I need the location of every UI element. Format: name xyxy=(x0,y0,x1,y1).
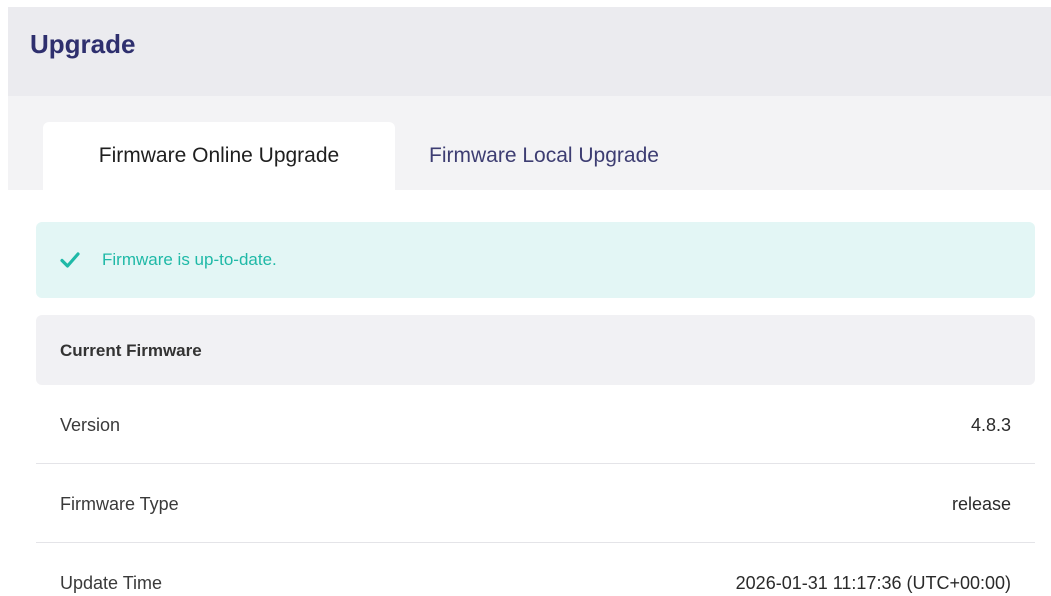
current-firmware-header: Current Firmware xyxy=(36,315,1035,385)
tab-bar: Firmware Online Upgrade Firmware Local U… xyxy=(8,96,1051,190)
check-icon xyxy=(60,252,80,268)
info-row-label: Firmware Type xyxy=(60,494,179,514)
info-row-version: Version 4.8.3 xyxy=(36,386,1035,464)
status-alert-message: Firmware is up-to-date. xyxy=(102,250,277,269)
info-row-label: Update Time xyxy=(60,573,163,593)
tab-firmware-online-upgrade[interactable]: Firmware Online Upgrade xyxy=(43,122,395,190)
info-row-value: 4.8.3 xyxy=(970,415,1011,435)
info-row-value: release xyxy=(951,494,1011,514)
section-title: Current Firmware xyxy=(60,341,202,360)
info-row-label: Version xyxy=(60,415,121,435)
tab-firmware-local-upgrade[interactable]: Firmware Local Upgrade xyxy=(429,122,729,190)
upgrade-page: Upgrade Firmware Online Upgrade Firmware… xyxy=(0,0,1051,596)
status-alert: Firmware is up-to-date. xyxy=(36,222,1035,298)
info-row-update-time: Update Time 2026-01-31 11:17:36 (UTC+00:… xyxy=(36,544,1035,596)
page-header: Upgrade xyxy=(8,7,1051,96)
page-title: Upgrade xyxy=(30,29,136,59)
info-row-firmware-type: Firmware Type release xyxy=(36,465,1035,543)
info-row-value: 2026-01-31 11:17:36 (UTC+00:00) xyxy=(735,573,1011,593)
